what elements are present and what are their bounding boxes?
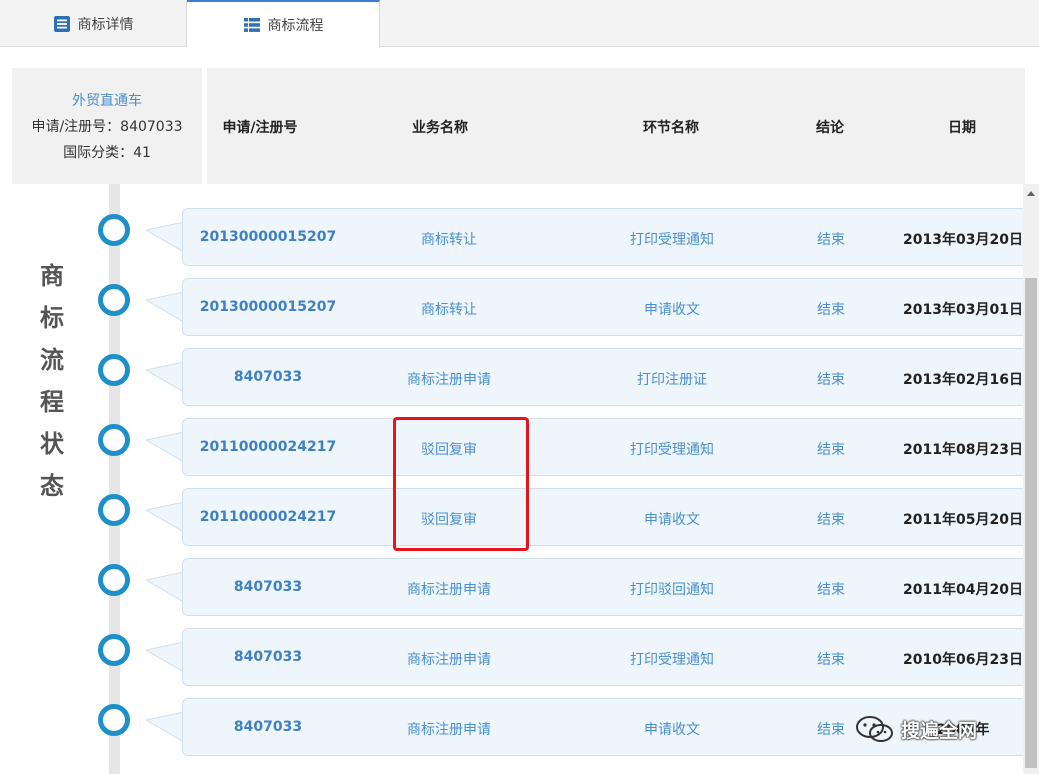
agent-name[interactable]: 外贸直通车	[12, 88, 202, 114]
title-char: 流	[40, 346, 64, 374]
header-reg-no: 申请/注册号	[222, 120, 298, 136]
row-date: 2011年04月20日	[903, 582, 1023, 598]
table-list-icon	[243, 18, 260, 32]
row-pointer	[146, 362, 184, 392]
registration-number: 申请/注册号：8407033	[31, 119, 183, 135]
title-char: 程	[40, 388, 64, 416]
process-status-title: 商 标 流 程 状 态	[36, 255, 68, 507]
scroll-up-arrow-icon[interactable]	[1025, 188, 1037, 200]
row-pointer	[146, 432, 184, 462]
row-result: 结束	[817, 512, 845, 528]
table-header: 申请/注册号 业务名称 环节名称 结论 日期	[207, 68, 1025, 184]
row-reg-no[interactable]: 20110000024217	[200, 509, 336, 525]
tab-trademark-process[interactable]: 商标流程	[187, 0, 380, 48]
row-reg-no[interactable]: 20130000015207	[200, 299, 336, 315]
row-date: 2013年03月01日	[903, 302, 1023, 318]
row-pointer	[146, 712, 184, 742]
row-reg-no[interactable]: 8407033	[234, 719, 302, 735]
row-step: 打印受理通知	[630, 232, 714, 248]
timeline-node	[98, 704, 130, 736]
row-reg-no[interactable]: 8407033	[234, 649, 302, 665]
row-reg-no[interactable]: 8407033	[234, 579, 302, 595]
watermark: 搜遍全网	[855, 712, 977, 746]
table-row[interactable]: 8407033 商标注册申请 打印注册证 结束 2013年02月16日	[182, 348, 1028, 406]
row-date: 2013年03月20日	[903, 232, 1023, 248]
timeline-node	[98, 214, 130, 246]
row-pointer	[146, 292, 184, 322]
title-char: 标	[40, 304, 64, 332]
timeline-node	[98, 424, 130, 456]
table-row[interactable]: 20130000015207 商标转让 打印受理通知 结束 2013年03月20…	[182, 208, 1028, 266]
international-class: 国际分类：41	[63, 145, 151, 161]
row-pointer	[146, 222, 184, 252]
row-step: 打印受理通知	[630, 442, 714, 458]
row-business: 商标转让	[421, 302, 477, 318]
row-reg-no[interactable]: 20130000015207	[200, 229, 336, 245]
wechat-icon	[856, 716, 893, 742]
row-result: 结束	[817, 722, 845, 738]
row-result: 结束	[817, 582, 845, 598]
row-result: 结束	[817, 232, 845, 248]
row-pointer	[146, 502, 184, 532]
row-date: 2010年06月23日	[903, 652, 1023, 668]
title-char: 商	[40, 262, 64, 290]
row-reg-no[interactable]: 8407033	[234, 369, 302, 385]
row-result: 结束	[817, 442, 845, 458]
scrollbar-thumb[interactable]	[1025, 278, 1037, 768]
title-char: 状	[40, 430, 64, 458]
table-row[interactable]: 8407033 商标注册申请 打印受理通知 结束 2010年06月23日	[182, 628, 1028, 686]
row-step: 打印受理通知	[630, 652, 714, 668]
title-char: 态	[40, 472, 64, 500]
row-pointer	[146, 572, 184, 602]
timeline-node	[98, 284, 130, 316]
header-date: 日期	[948, 120, 976, 136]
table-row[interactable]: 20110000024217 驳回复审 打印受理通知 结束 2011年08月23…	[182, 418, 1028, 476]
tab-trademark-details[interactable]: 商标详情	[0, 0, 187, 47]
row-business: 商标注册申请	[407, 722, 491, 738]
row-reg-no[interactable]: 20110000024217	[200, 439, 336, 455]
tab-label: 商标详情	[77, 16, 134, 33]
row-step: 申请收文	[644, 302, 700, 318]
timeline-node	[98, 564, 130, 596]
document-list-icon	[53, 15, 70, 32]
row-date: 2013年02月16日	[903, 372, 1023, 388]
table-row[interactable]: 20110000024217 驳回复审 申请收文 结束 2011年05月20日	[182, 488, 1028, 546]
header-result: 结论	[816, 120, 844, 136]
row-business: 商标注册申请	[407, 582, 491, 598]
tab-label: 商标流程	[267, 18, 324, 34]
table-row[interactable]: 8407033 商标注册申请 打印驳回通知 结束 2011年04月20日	[182, 558, 1028, 616]
table-row[interactable]: 20130000015207 商标转让 申请收文 结束 2013年03月01日	[182, 278, 1028, 336]
header-step: 环节名称	[643, 120, 699, 136]
timeline-line	[109, 184, 120, 774]
row-business: 商标转让	[421, 232, 477, 248]
timeline-node	[98, 634, 130, 666]
row-step: 申请收文	[644, 512, 700, 528]
tab-bar: 商标详情 商标流程	[0, 0, 1039, 48]
highlight-box	[393, 417, 529, 551]
row-result: 结束	[817, 302, 845, 318]
timeline-node	[98, 494, 130, 526]
row-step: 申请收文	[644, 722, 700, 738]
row-result: 结束	[817, 372, 845, 388]
row-date: 2011年08月23日	[903, 442, 1023, 458]
row-step: 打印注册证	[637, 372, 707, 388]
header-business: 业务名称	[412, 120, 468, 136]
watermark-text: 搜遍全网	[901, 719, 978, 742]
timeline-node	[98, 354, 130, 386]
row-business: 商标注册申请	[407, 372, 491, 388]
row-date: 2011年05月20日	[903, 512, 1023, 528]
trademark-info-box: 外贸直通车 申请/注册号：8407033 国际分类：41	[12, 68, 202, 184]
row-business: 商标注册申请	[407, 652, 491, 668]
row-pointer	[146, 642, 184, 672]
row-step: 打印驳回通知	[630, 582, 714, 598]
row-result: 结束	[817, 652, 845, 668]
